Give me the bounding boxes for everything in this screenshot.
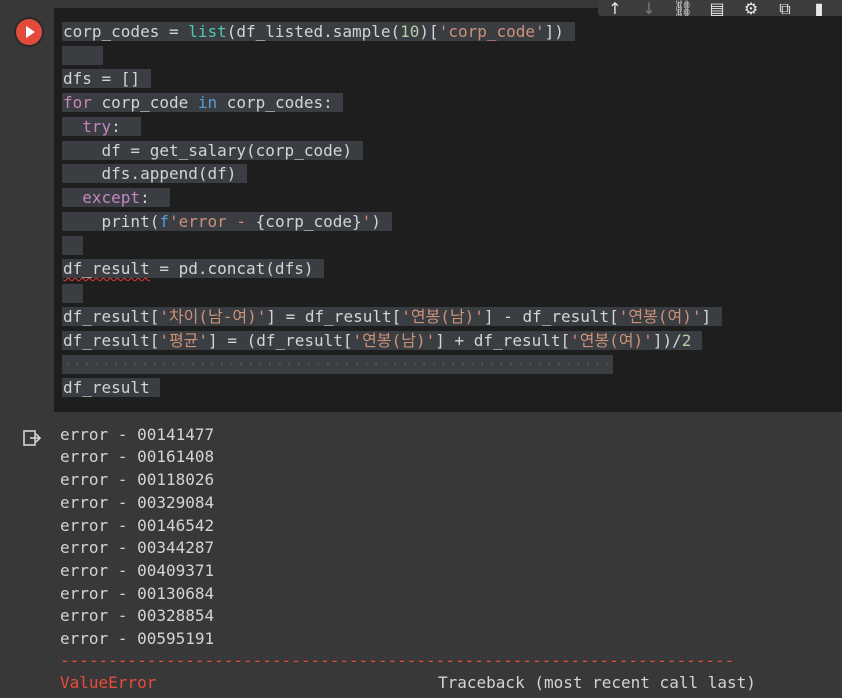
- code-line: dfs = []: [62, 68, 151, 90]
- code-line: df_result['평균'] = (df_result['연봉(남)'] + …: [62, 330, 702, 352]
- output-line: error - 00328854: [60, 606, 215, 625]
- traceback-separator: ----------------------------------------…: [60, 651, 736, 670]
- traceback-header: Traceback (most recent call last): [438, 673, 756, 692]
- output-line: error - 00130684: [60, 584, 215, 603]
- output-line: error - 00409371: [60, 561, 215, 580]
- code-line: corp_codes = list(df_listed.sample(10)['…: [62, 21, 575, 43]
- code-line: dfs.append(df): [62, 163, 248, 185]
- output-line: error - 00141477: [60, 425, 215, 444]
- open-in-tab-icon[interactable]: ⧉: [768, 0, 802, 17]
- output-actions-icon[interactable]: [22, 428, 42, 448]
- output-line: error - 00118026: [60, 470, 215, 489]
- output-line: error - 00146542: [60, 516, 215, 535]
- code-cell[interactable]: ↑ ↓ ⛓ ▤ ⚙ ⧉ ▮ corp_codes = list(df_liste…: [0, 0, 842, 412]
- link-icon[interactable]: ⛓: [666, 0, 700, 17]
- code-line: except:: [62, 187, 170, 209]
- code-line: df = get_salary(corp_code): [62, 140, 363, 162]
- move-up-icon[interactable]: ↑: [598, 0, 632, 17]
- cell-toolbar: ↑ ↓ ⛓ ▤ ⚙ ⧉ ▮: [598, 0, 842, 16]
- code-line: df_result: [62, 377, 161, 399]
- output-line: error - 00344287: [60, 538, 215, 557]
- code-line-blank: [62, 45, 103, 67]
- delete-icon[interactable]: ▮: [802, 0, 836, 17]
- run-cell-button[interactable]: [16, 19, 42, 45]
- output-line: error - 00595191: [60, 629, 215, 648]
- output-line: error - 00329084: [60, 493, 215, 512]
- comment-icon[interactable]: ▤: [700, 0, 734, 17]
- code-line-blank: ········································…: [62, 355, 614, 374]
- error-name: ValueError: [60, 673, 157, 692]
- code-line: df_result['차이(남-여)'] = df_result['연봉(남)'…: [62, 306, 722, 328]
- code-line: print(f'error - {corp_code}'): [62, 211, 392, 233]
- output-line: error - 00161408: [60, 447, 215, 466]
- settings-icon[interactable]: ⚙: [734, 0, 768, 17]
- cell-gutter: [0, 0, 54, 412]
- move-down-icon[interactable]: ↓: [632, 0, 666, 17]
- code-line: try:: [62, 116, 142, 138]
- code-line: for corp_code in corp_codes:: [62, 92, 344, 114]
- code-line-blank: [62, 235, 84, 257]
- code-line-blank: [62, 283, 84, 305]
- code-line: df_result = pd.concat(dfs): [62, 258, 325, 280]
